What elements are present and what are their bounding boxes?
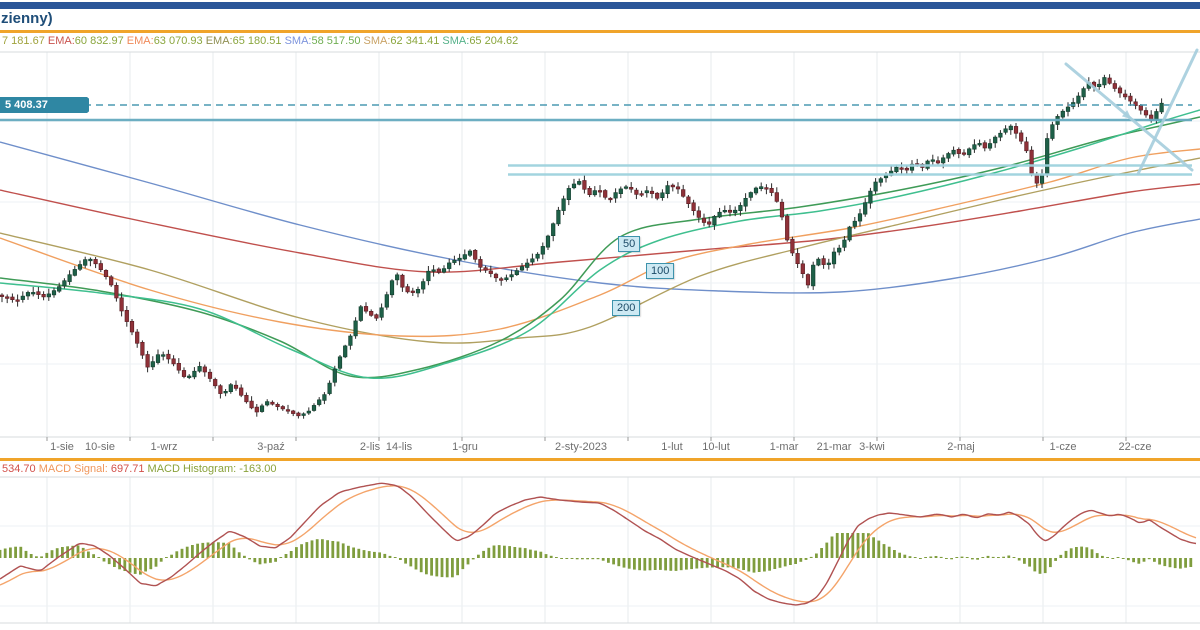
trading-chart-window: zienny) 7 181.67 EMA:60 832.97 EMA:63 07… [0,0,1200,630]
x-axis-tick-label: 3-paź [257,441,285,453]
ma-period-callout-50[interactable]: 50 [618,236,640,252]
x-axis-tick-label: 21-mar [817,441,852,453]
macd-legend: 534.70 MACD Signal: 697.71 MACD Histogra… [2,463,1198,478]
x-axis-tick-label: 2-maj [947,441,975,453]
x-axis-tick-label: 1-mar [770,441,799,453]
macd-value-clipped: 534.70 [2,463,39,475]
current-price-tag: 5 408.37 [0,97,89,113]
macd-histogram-label: MACD Histogram: [148,463,240,475]
sma-green-line [0,117,1200,378]
x-axis-tick-label: 1-lut [661,441,682,453]
x-axis-tick-label: 14-lis [386,441,412,453]
candles-layer [0,74,1163,419]
ema-orange-line [0,149,1200,336]
panel-divider [0,458,1200,461]
sma-teal-line [0,110,1200,378]
annotation-lines-layer[interactable] [0,50,1197,175]
x-axis-tick-label: 22-cze [1118,441,1151,453]
chart-canvas[interactable] [0,0,1200,630]
x-axis-tick-label: 1-gru [452,441,478,453]
ma-lines-layer [0,110,1200,378]
x-axis-tick-label: 3-kwi [859,441,885,453]
macd-signal-label: MACD Signal: [39,463,111,475]
macd-histogram-value: -163.00 [239,463,276,475]
macd-layer [0,483,1196,605]
macd-signal-value: 697.71 [111,463,148,475]
ma-period-callout-100[interactable]: 100 [646,263,674,279]
x-axis-tick-label: 10-sie [85,441,115,453]
x-axis-tick-label: 1-sie [50,441,74,453]
x-axis-tick-label: 2-lis [360,441,380,453]
x-axis-tick-label: 1-wrz [151,441,178,453]
x-axis-tick-label: 2-sty-2023 [555,441,607,453]
x-axis-tick-label: 10-lut [702,441,730,453]
x-axis-tick-label: 1-cze [1050,441,1077,453]
ma-period-callout-200[interactable]: 200 [612,300,640,316]
